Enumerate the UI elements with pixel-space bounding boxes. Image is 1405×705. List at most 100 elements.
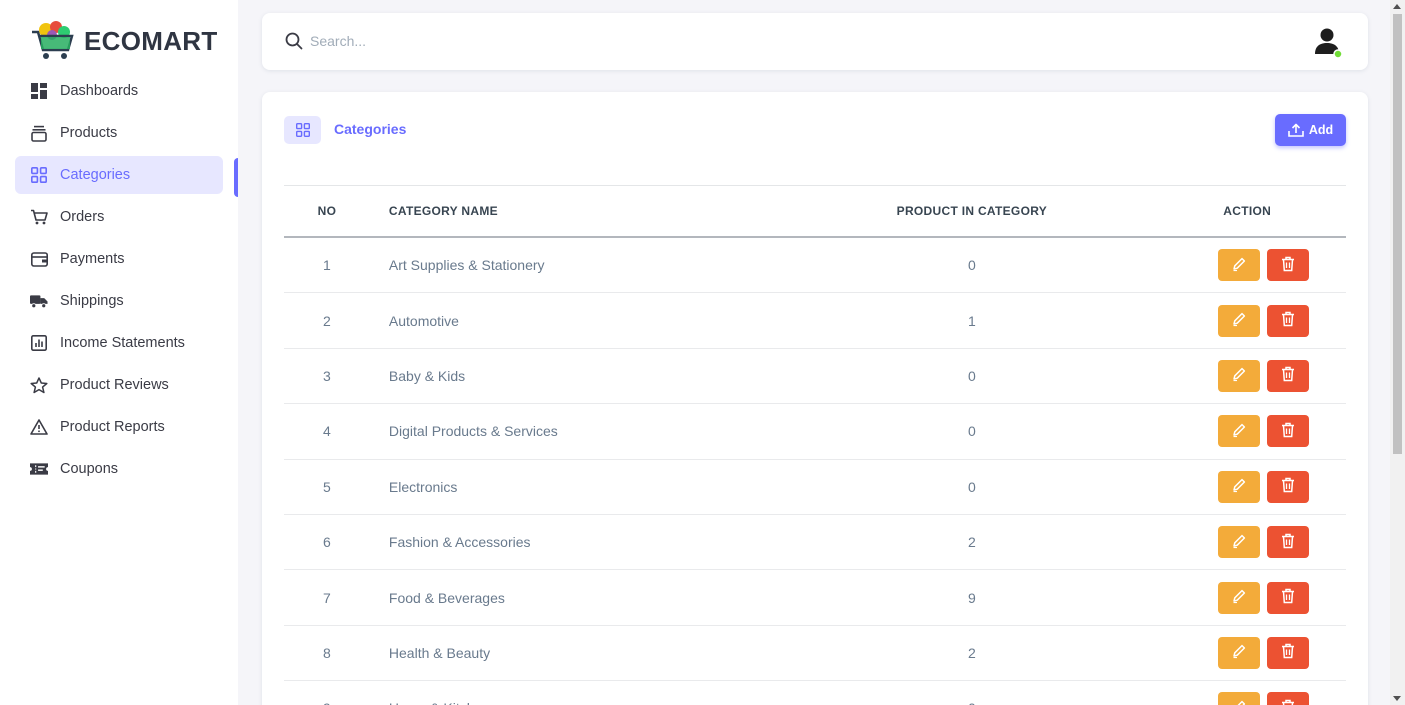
cart-icon — [30, 208, 48, 226]
row-number: 8 — [323, 644, 331, 661]
table-body: 1 Art Supplies & Stationery 0 2 Automotive 1 3… — [284, 238, 1346, 705]
table-row: 8 Health & Beauty 2 — [284, 626, 1346, 682]
sidebar-item-product-reviews[interactable]: Product Reviews — [15, 366, 223, 404]
delete-button[interactable] — [1267, 581, 1310, 614]
row-number: 2 — [323, 312, 331, 329]
dashboard-icon — [30, 82, 48, 100]
sidebar-item-dashboards[interactable]: Dashboards — [15, 72, 223, 110]
column-header-category-name: CATEGORY NAME — [388, 204, 498, 218]
user-avatar[interactable] — [1315, 27, 1343, 59]
categories-icon — [30, 166, 48, 184]
column-header-no: NO — [317, 204, 337, 218]
trash-icon — [1281, 422, 1295, 441]
truck-icon — [30, 292, 48, 310]
product-count: 0 — [967, 423, 976, 440]
delete-button[interactable] — [1267, 470, 1310, 503]
sidebar-item-label: Product Reviews — [60, 377, 169, 393]
edit-button[interactable] — [1218, 526, 1261, 559]
page-title: Categories — [334, 121, 407, 137]
sidebar-item-products[interactable]: Products — [15, 114, 223, 152]
product-count: 2 — [967, 644, 976, 661]
sidebar-item-payments[interactable]: Payments — [15, 240, 223, 278]
star-icon — [30, 376, 48, 394]
scroll-down-arrow-icon[interactable] — [1393, 696, 1401, 701]
edit-button[interactable] — [1218, 636, 1261, 669]
category-name: Health & Beauty — [388, 644, 491, 661]
category-name: Fashion & Accessories — [388, 534, 531, 551]
row-actions — [1148, 581, 1346, 614]
sidebar-item-label: Shippings — [60, 293, 124, 309]
edit-button[interactable] — [1218, 415, 1261, 448]
trash-icon — [1281, 477, 1295, 496]
chart-icon — [30, 334, 48, 352]
pencil-icon — [1231, 366, 1247, 385]
page-scrollbar[interactable] — [1390, 0, 1405, 705]
row-actions — [1148, 636, 1346, 669]
delete-button[interactable] — [1267, 415, 1310, 448]
delete-button[interactable] — [1267, 359, 1310, 392]
row-actions — [1148, 526, 1346, 559]
brand-name: ECOMART — [84, 25, 218, 56]
column-header-action: ACTION — [1223, 204, 1272, 218]
table-row: 7 Food & Beverages 9 — [284, 570, 1346, 626]
upload-icon — [1288, 123, 1304, 137]
row-actions — [1148, 415, 1346, 448]
edit-button[interactable] — [1218, 249, 1261, 282]
row-number: 6 — [323, 534, 331, 551]
row-number: 3 — [323, 367, 331, 384]
brand[interactable]: ECOMART — [30, 20, 218, 62]
edit-button[interactable] — [1218, 304, 1261, 337]
edit-button[interactable] — [1218, 692, 1261, 705]
table-header: NO CATEGORY NAME PRODUCT IN CATEGORY ACT… — [284, 186, 1346, 238]
delete-button[interactable] — [1267, 304, 1310, 337]
trash-icon — [1281, 311, 1295, 330]
sidebar-item-label: Payments — [60, 251, 125, 267]
delete-button[interactable] — [1267, 526, 1310, 559]
pencil-icon — [1231, 422, 1247, 441]
sidebar: ECOMART Dashboards Products Categories O… — [0, 0, 238, 705]
table-row: 6 Fashion & Accessories 2 — [284, 515, 1346, 571]
edit-button[interactable] — [1218, 470, 1261, 503]
sidebar-item-categories[interactable]: Categories — [15, 156, 223, 194]
category-name: Automotive — [388, 312, 459, 329]
sidebar-item-orders[interactable]: Orders — [15, 198, 223, 236]
active-indicator — [234, 158, 238, 197]
sidebar-item-shippings[interactable]: Shippings — [15, 282, 223, 320]
sidebar-item-coupons[interactable]: Coupons — [15, 450, 223, 488]
search-input[interactable] — [310, 29, 910, 53]
pencil-icon — [1231, 311, 1247, 330]
category-name: Art Supplies & Stationery — [388, 257, 545, 274]
pencil-icon — [1231, 588, 1247, 607]
sidebar-item-label: Product Reports — [60, 419, 165, 435]
edit-button[interactable] — [1218, 581, 1261, 614]
pencil-icon — [1231, 533, 1247, 552]
product-count: 2 — [967, 534, 976, 551]
online-status-dot — [1333, 49, 1343, 59]
delete-button[interactable] — [1267, 249, 1310, 282]
pencil-icon — [1231, 256, 1247, 275]
row-actions — [1148, 249, 1346, 282]
trash-icon — [1281, 256, 1295, 275]
sidebar-item-income-statements[interactable]: Income Statements — [15, 324, 223, 362]
delete-button[interactable] — [1267, 636, 1310, 669]
pencil-icon — [1231, 643, 1247, 662]
scroll-up-arrow-icon[interactable] — [1393, 4, 1401, 9]
scroll-thumb[interactable] — [1393, 14, 1402, 454]
wallet-icon — [30, 250, 48, 268]
pencil-icon — [1231, 699, 1247, 705]
edit-button[interactable] — [1218, 359, 1261, 392]
table-row: 5 Electronics 0 — [284, 460, 1346, 515]
product-count: 9 — [967, 589, 976, 606]
products-icon — [30, 124, 48, 142]
top-navbar — [262, 13, 1368, 70]
row-number: 7 — [323, 589, 331, 606]
warning-icon — [30, 418, 48, 436]
add-category-button[interactable]: Add — [1275, 114, 1346, 146]
sidebar-item-product-reports[interactable]: Product Reports — [15, 408, 223, 446]
product-count: 0 — [967, 478, 976, 495]
delete-button[interactable] — [1267, 692, 1310, 705]
sidebar-item-label: Income Statements — [60, 335, 185, 351]
add-button-label: Add — [1308, 123, 1334, 137]
sidebar-menu: Dashboards Products Categories Orders Pa… — [15, 72, 223, 492]
row-number: 1 — [323, 257, 331, 274]
